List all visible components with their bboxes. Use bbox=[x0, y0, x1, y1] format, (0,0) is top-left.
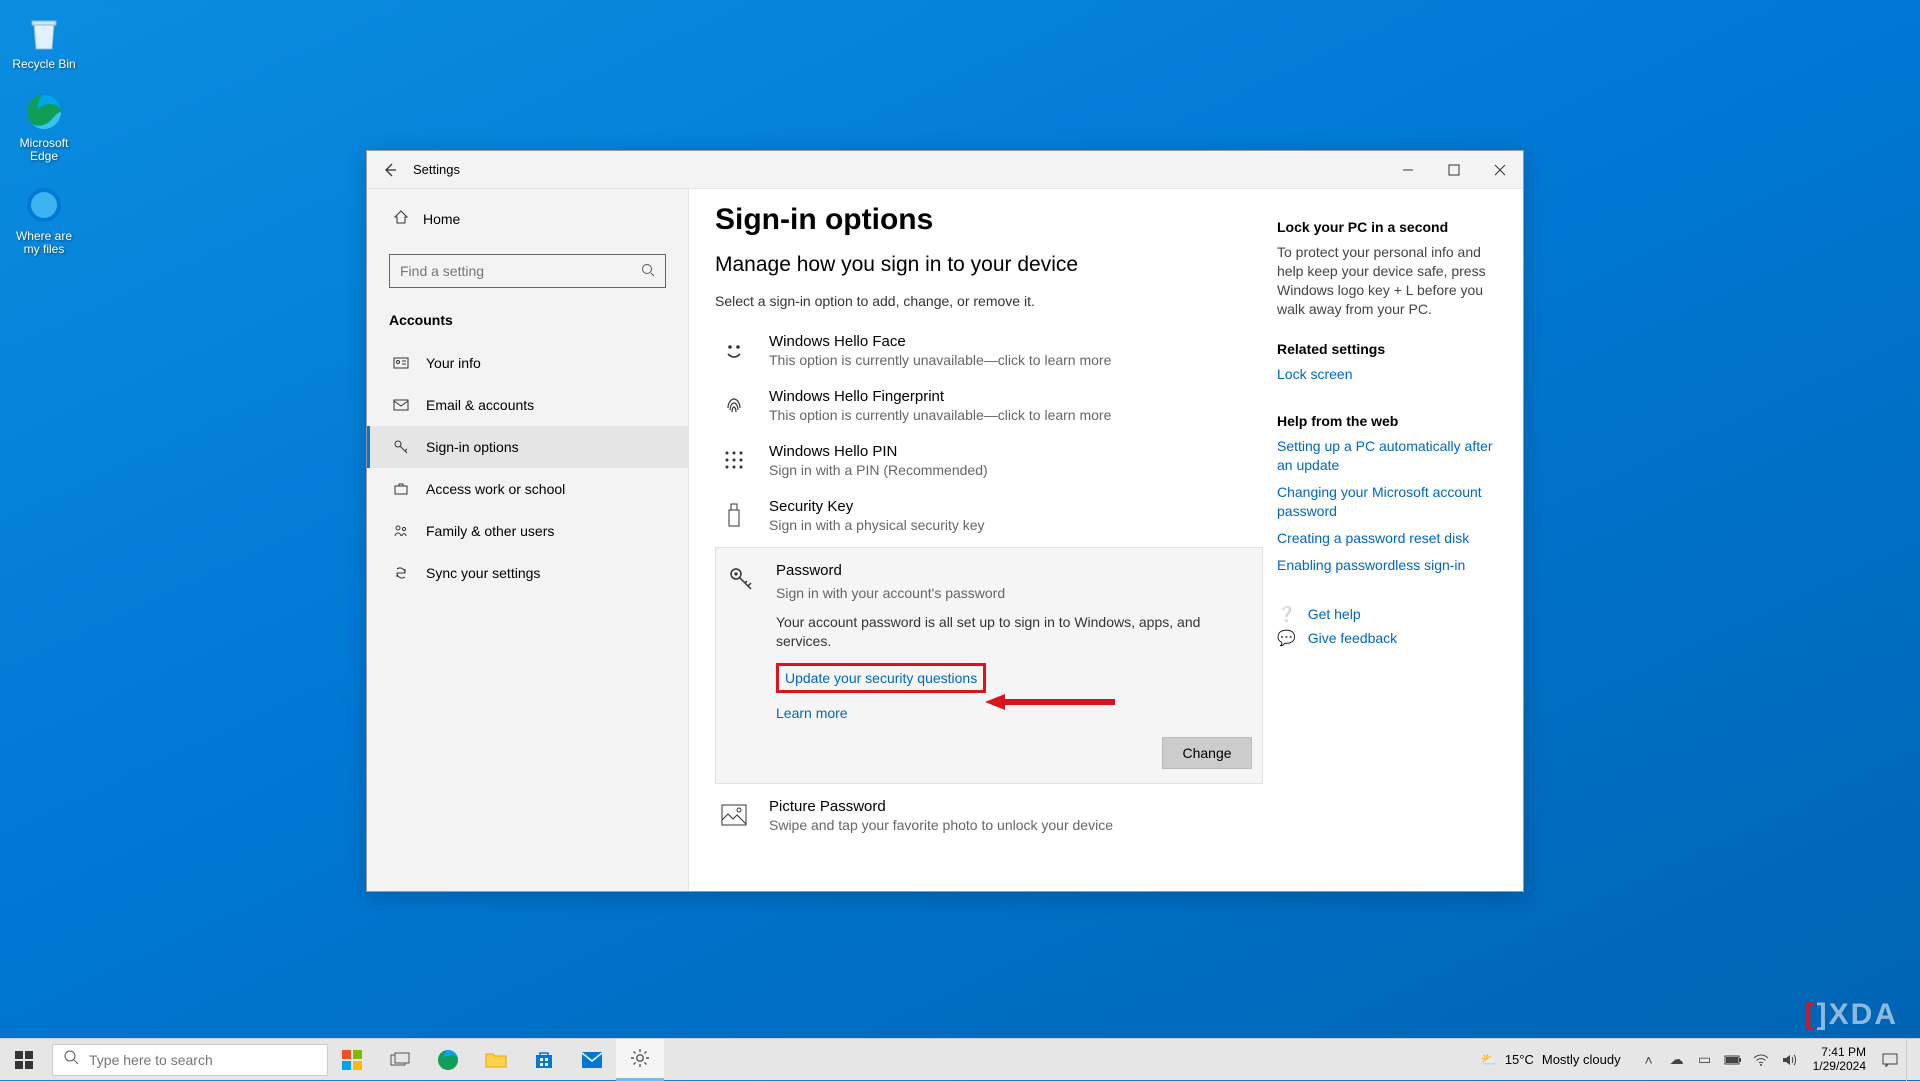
taskbar-search-input[interactable] bbox=[89, 1052, 317, 1068]
taskbar-clock[interactable]: 7:41 PM 1/29/2024 bbox=[1805, 1046, 1874, 1072]
recycle-bin-icon[interactable]: Recycle Bin bbox=[8, 12, 80, 71]
main-right: Lock your PC in a second To protect your… bbox=[1263, 203, 1523, 891]
weather-icon: ⛅ bbox=[1481, 1052, 1497, 1068]
web-help-section: Help from the web Setting up a PC automa… bbox=[1277, 413, 1501, 582]
minimize-button[interactable] bbox=[1385, 151, 1431, 189]
main-content: Sign-in options Manage how you sign in t… bbox=[689, 189, 1523, 891]
system-tray: ⛅ 15°C Mostly cloudy ˄ ☁ ▭ 7:41 PM 1/29/… bbox=[1469, 1039, 1920, 1081]
web-link-3[interactable]: Enabling passwordless sign-in bbox=[1277, 556, 1501, 575]
sidebar: Home Accounts Your info Email & accounts… bbox=[367, 189, 689, 891]
sidebar-item-work[interactable]: Access work or school bbox=[367, 468, 688, 510]
sidebar-home[interactable]: Home bbox=[367, 199, 688, 238]
tray-onedrive-icon[interactable]: ☁ bbox=[1665, 1051, 1689, 1068]
back-button[interactable] bbox=[367, 151, 413, 189]
page-title: Sign-in options bbox=[715, 203, 1263, 237]
signin-options-list: Windows Hello FaceThis option is current… bbox=[715, 323, 1263, 843]
search-icon bbox=[63, 1049, 79, 1070]
taskbar-settings-icon[interactable] bbox=[616, 1039, 664, 1081]
usb-key-icon bbox=[717, 498, 751, 532]
learn-more-link[interactable]: Learn more bbox=[776, 705, 848, 721]
desktop-icons: Recycle Bin Microsoft Edge Where are my … bbox=[8, 12, 80, 256]
titlebar: Settings bbox=[367, 151, 1523, 189]
taskbar-search[interactable] bbox=[52, 1044, 328, 1076]
get-help-link[interactable]: ❔Get help bbox=[1277, 605, 1501, 623]
give-feedback-link[interactable]: 💬Give feedback bbox=[1277, 629, 1501, 647]
help-links: ❔Get help 💬Give feedback bbox=[1277, 605, 1501, 653]
option-hello-pin[interactable]: Windows Hello PINSign in with a PIN (Rec… bbox=[715, 433, 1263, 488]
tray-notifications-icon[interactable] bbox=[1878, 1053, 1902, 1067]
helper-text: Select a sign-in option to add, change, … bbox=[715, 293, 1263, 309]
taskbar-news-icon[interactable] bbox=[328, 1039, 376, 1081]
mail-icon bbox=[392, 396, 410, 414]
tray-volume-icon[interactable] bbox=[1777, 1053, 1801, 1067]
sidebar-item-your-info[interactable]: Your info bbox=[367, 342, 688, 384]
page-subtitle: Manage how you sign in to your device bbox=[715, 253, 1263, 277]
tray-battery-icon[interactable] bbox=[1721, 1055, 1745, 1065]
search-icon bbox=[641, 263, 655, 280]
help-icon: ❔ bbox=[1277, 605, 1296, 623]
lock-pc-section: Lock your PC in a second To protect your… bbox=[1277, 219, 1501, 319]
people-icon bbox=[392, 522, 410, 540]
tray-meet-icon[interactable]: ▭ bbox=[1693, 1051, 1717, 1068]
feedback-icon: 💬 bbox=[1277, 629, 1296, 647]
xda-watermark: [​]XDA bbox=[1805, 998, 1898, 1032]
taskbar-explorer-icon[interactable] bbox=[472, 1039, 520, 1081]
change-password-button[interactable]: Change bbox=[1162, 737, 1252, 769]
taskbar-mail-icon[interactable] bbox=[568, 1039, 616, 1081]
settings-window: Settings Home Accounts Your info Email &… bbox=[366, 150, 1524, 892]
web-link-1[interactable]: Changing your Microsoft account password bbox=[1277, 483, 1501, 521]
home-icon bbox=[393, 209, 409, 228]
tray-chevron-icon[interactable]: ˄ bbox=[1637, 1052, 1661, 1068]
sidebar-item-family[interactable]: Family & other users bbox=[367, 510, 688, 552]
option-picture-password[interactable]: Picture PasswordSwipe and tap your favor… bbox=[715, 788, 1263, 843]
main-left: Sign-in options Manage how you sign in t… bbox=[715, 203, 1263, 891]
sidebar-item-sync[interactable]: Sync your settings bbox=[367, 552, 688, 594]
face-icon bbox=[717, 333, 751, 367]
fingerprint-icon bbox=[717, 388, 751, 422]
taskbar: ⛅ 15°C Mostly cloudy ˄ ☁ ▭ 7:41 PM 1/29/… bbox=[0, 1038, 1920, 1080]
web-link-0[interactable]: Setting up a PC automatically after an u… bbox=[1277, 437, 1501, 475]
related-settings-section: Related settings Lock screen bbox=[1277, 341, 1501, 392]
taskbar-edge-icon[interactable] bbox=[424, 1039, 472, 1081]
option-security-key[interactable]: Security KeySign in with a physical secu… bbox=[715, 488, 1263, 543]
person-card-icon bbox=[392, 354, 410, 372]
option-password[interactable]: Password Sign in with your account's pas… bbox=[715, 547, 1263, 784]
sidebar-item-signin[interactable]: Sign-in options bbox=[367, 426, 688, 468]
taskbar-store-icon[interactable] bbox=[520, 1039, 568, 1081]
briefcase-icon bbox=[392, 480, 410, 498]
picture-icon bbox=[717, 798, 751, 832]
maximize-button[interactable] bbox=[1431, 151, 1477, 189]
settings-search[interactable] bbox=[389, 254, 666, 288]
option-hello-face[interactable]: Windows Hello FaceThis option is current… bbox=[715, 323, 1263, 378]
sidebar-category: Accounts bbox=[367, 306, 688, 342]
update-security-questions-link[interactable]: Update your security questions bbox=[776, 663, 986, 693]
weather-widget[interactable]: ⛅ 15°C Mostly cloudy bbox=[1469, 1052, 1633, 1068]
search-input[interactable] bbox=[400, 263, 641, 279]
task-view-button[interactable] bbox=[376, 1039, 424, 1081]
sidebar-item-email[interactable]: Email & accounts bbox=[367, 384, 688, 426]
option-hello-fingerprint[interactable]: Windows Hello FingerprintThis option is … bbox=[715, 378, 1263, 433]
close-button[interactable] bbox=[1477, 151, 1523, 189]
sync-icon bbox=[392, 564, 410, 582]
show-desktop-button[interactable] bbox=[1906, 1039, 1914, 1081]
lock-screen-link[interactable]: Lock screen bbox=[1277, 365, 1501, 384]
web-link-2[interactable]: Creating a password reset disk bbox=[1277, 529, 1501, 548]
where-files-icon[interactable]: Where are my files bbox=[8, 184, 80, 256]
start-button[interactable] bbox=[0, 1039, 48, 1081]
edge-icon[interactable]: Microsoft Edge bbox=[8, 91, 80, 163]
pin-icon bbox=[717, 443, 751, 477]
password-key-icon bbox=[724, 562, 758, 596]
key-icon bbox=[392, 438, 410, 456]
window-title: Settings bbox=[413, 162, 460, 177]
tray-wifi-icon[interactable] bbox=[1749, 1054, 1773, 1066]
sidebar-nav: Your info Email & accounts Sign-in optio… bbox=[367, 342, 688, 594]
